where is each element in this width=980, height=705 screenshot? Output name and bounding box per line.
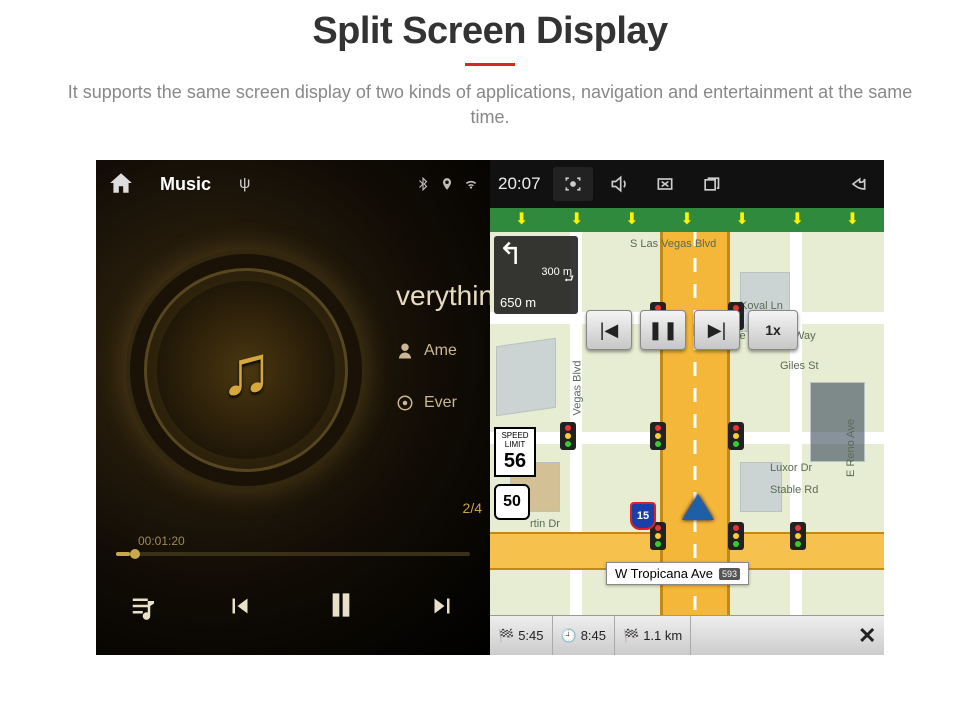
volume-button[interactable] <box>599 167 639 201</box>
time-cell[interactable]: 🕘 8:45 <box>553 616 616 655</box>
album-art: ♫ <box>126 250 366 490</box>
lane-arrow-icon: ⬇ <box>570 212 583 228</box>
next-track-button[interactable] <box>427 591 457 629</box>
sim-controls: |◀ ❚❚ ▶| 1x <box>586 310 798 350</box>
close-nav-button[interactable]: ✕ <box>850 616 884 655</box>
device-screenshot: Music ψ ♫ verythin Ame Ever 2/4 00:01:20 <box>96 160 884 655</box>
progress-bar[interactable] <box>116 552 470 556</box>
traffic-light-icon <box>650 422 666 450</box>
track-title: verythin <box>396 280 490 312</box>
elapsed-time: 00:01:20 <box>138 534 185 548</box>
clock-icon: 🕘 <box>561 628 577 644</box>
playlist-button[interactable] <box>129 591 159 629</box>
street-label: Vegas Blvd <box>572 361 584 416</box>
traffic-light-icon <box>790 522 806 550</box>
vehicle-cursor-icon <box>682 494 714 520</box>
traffic-light-icon <box>560 422 576 450</box>
location-icon <box>440 177 454 191</box>
disc-icon <box>396 394 414 412</box>
flag-icon: 🏁 <box>623 628 639 644</box>
sim-pause-button[interactable]: ❚❚ <box>640 310 686 350</box>
music-app-label: Music <box>160 174 211 195</box>
street-label: Luxor Dr <box>770 462 812 474</box>
street-label: E Reno Ave <box>845 419 857 477</box>
speed-limit-sign: SPEED LIMIT 56 <box>494 427 536 477</box>
eta-cell[interactable]: 🏁 5:45 <box>490 616 553 655</box>
turn-distance-1: 300 m <box>541 266 572 278</box>
clock: 20:07 <box>498 174 541 194</box>
turn-instruction: ↰ ⮐ 300 m 650 m <box>494 236 578 314</box>
page-subtitle: It supports the same screen display of t… <box>50 80 930 130</box>
route-shield: 50 <box>494 484 530 520</box>
music-controls <box>96 575 490 645</box>
sim-next-button[interactable]: ▶| <box>694 310 740 350</box>
prev-track-button[interactable] <box>225 591 255 629</box>
lane-guidance-bar: ⬇ ⬇ ⬇ ⬇ ⬇ ⬇ ⬇ <box>490 208 884 232</box>
usb-icon[interactable]: ψ <box>239 175 250 193</box>
bluetooth-icon <box>416 177 430 191</box>
page-title: Split Screen Display <box>0 10 980 53</box>
lane-arrow-icon: ⬇ <box>791 212 804 228</box>
music-pane: Music ψ ♫ verythin Ame Ever 2/4 00:01:20 <box>96 160 490 655</box>
artist-name: Ame <box>424 342 457 360</box>
sim-prev-button[interactable]: |◀ <box>586 310 632 350</box>
street-label: Stable Rd <box>770 484 818 496</box>
traffic-light-icon <box>728 422 744 450</box>
person-icon <box>396 342 414 360</box>
title-underline <box>465 63 515 66</box>
lane-arrow-icon: ⬇ <box>735 212 748 228</box>
highway-shield: 15 <box>630 502 656 530</box>
nav-bottom-bar: 🏁 5:45 🕘 8:45 🏁 1.1 km ✕ <box>490 615 884 655</box>
map-canvas[interactable]: S Las Vegas Blvd Koval Ln Duke Ellington… <box>490 232 884 615</box>
music-note-icon: ♫ <box>220 330 273 410</box>
album-name: Ever <box>424 394 457 412</box>
screenshot-button[interactable] <box>553 167 593 201</box>
sim-speed-button[interactable]: 1x <box>748 310 798 350</box>
lane-arrow-icon: ⬇ <box>846 212 859 228</box>
system-bar: 20:07 <box>490 160 884 208</box>
current-road-banner: W Tropicana Ave 593 <box>606 562 749 585</box>
track-counter: 2/4 <box>463 500 482 516</box>
pause-button[interactable] <box>321 585 361 635</box>
street-label: S Las Vegas Blvd <box>630 238 716 250</box>
turn-distance-2: 650 m <box>500 295 536 310</box>
back-button[interactable] <box>838 167 878 201</box>
street-label: rtin Dr <box>530 518 560 530</box>
navigation-pane: 20:07 ⬇ ⬇ ⬇ ⬇ ⬇ ⬇ ⬇ <box>490 160 884 655</box>
recents-button[interactable] <box>691 167 731 201</box>
wifi-icon <box>464 177 478 191</box>
music-topbar: Music ψ <box>96 160 490 208</box>
lane-arrow-icon: ⬇ <box>680 212 693 228</box>
street-label: Giles St <box>780 360 819 372</box>
distance-cell[interactable]: 🏁 1.1 km <box>615 616 691 655</box>
traffic-light-icon <box>728 522 744 550</box>
flag-icon: 🏁 <box>498 628 514 644</box>
lane-arrow-icon: ⬇ <box>625 212 638 228</box>
home-icon[interactable] <box>108 170 134 199</box>
track-info: verythin Ame Ever <box>396 280 490 446</box>
lane-arrow-icon: ⬇ <box>515 212 528 228</box>
close-app-button[interactable] <box>645 167 685 201</box>
